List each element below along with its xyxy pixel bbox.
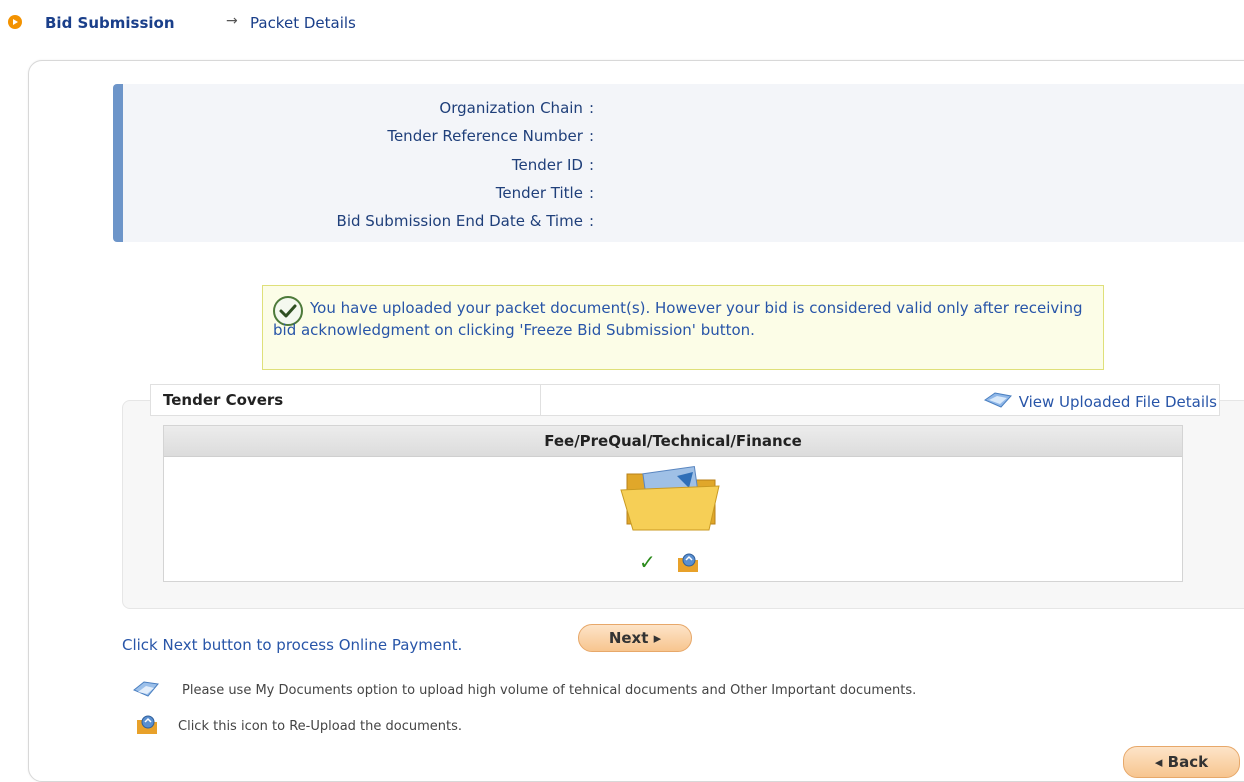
checkmark-icon: ✓ <box>639 550 656 574</box>
breadcrumb: Bid Submission → Packet Details <box>0 10 1244 40</box>
back-button[interactable]: ◂ Back <box>1123 746 1240 778</box>
breadcrumb-separator: → <box>226 13 238 29</box>
breadcrumb-bid-submission[interactable]: Bid Submission <box>45 14 175 32</box>
notice-text: You have uploaded your packet document(s… <box>273 299 1083 339</box>
upload-notice: You have uploaded your packet document(s… <box>262 285 1104 370</box>
reupload-note: Click this icon to Re-Upload the documen… <box>178 719 463 734</box>
covers-header: Tender Covers View Uploaded File Details <box>150 384 1220 416</box>
tender-covers-label: Tender Covers <box>163 391 284 409</box>
info-tender-id: Tender ID: <box>511 156 594 174</box>
tender-info-panel: Organization Chain: Tender Reference Num… <box>113 84 1244 242</box>
breadcrumb-arrow-icon <box>8 15 22 29</box>
reupload-icon <box>137 715 157 734</box>
folder-icon[interactable] <box>619 462 725 532</box>
info-organization-chain: Organization Chain: <box>439 99 594 117</box>
info-tender-title: Tender Title: <box>495 184 594 202</box>
breadcrumb-packet-details: Packet Details <box>250 14 356 32</box>
my-documents-note: Please use My Documents option to upload… <box>182 683 917 698</box>
next-instruction-text: Click Next button to process Online Paym… <box>122 636 463 654</box>
view-details-icon <box>983 392 1012 408</box>
view-uploaded-file-details-link[interactable]: View Uploaded File Details <box>983 390 1217 411</box>
cover-column-header: Fee/PreQual/Technical/Finance <box>164 426 1182 457</box>
documents-icon <box>133 681 159 697</box>
info-tender-reference: Tender Reference Number: <box>387 127 594 145</box>
info-bid-end-date: Bid Submission End Date & Time: <box>336 212 594 230</box>
reupload-icon[interactable] <box>676 552 700 574</box>
next-button[interactable]: Next ▸ <box>578 624 692 652</box>
cover-table: Fee/PreQual/Technical/Finance ✓ <box>163 425 1183 582</box>
